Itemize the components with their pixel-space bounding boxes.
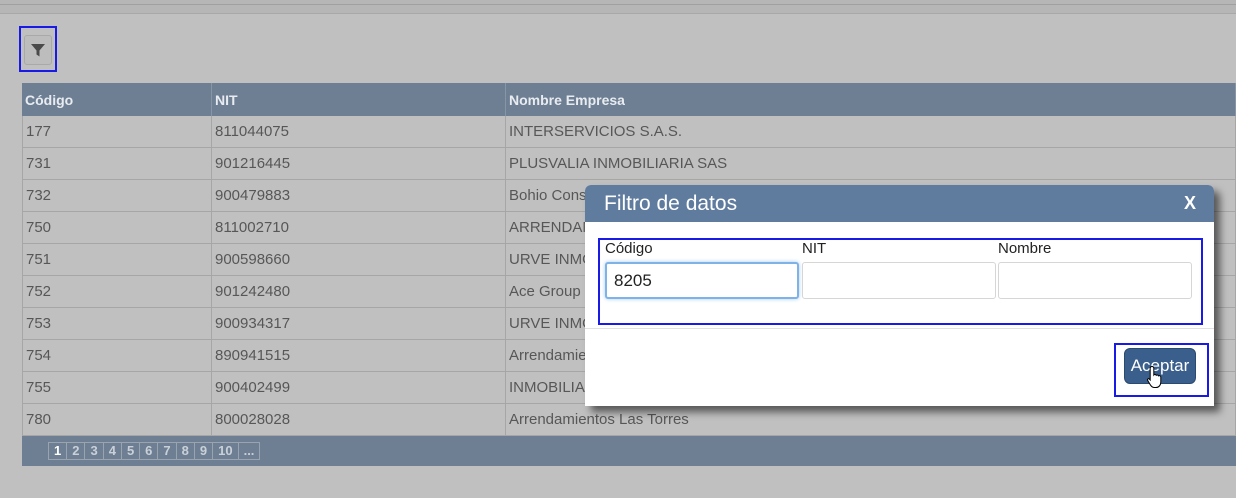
table-row[interactable]: 731 901216445 PLUSVALIA INMOBILIARIA SAS xyxy=(22,148,1236,180)
dialog-title: Filtro de datos xyxy=(604,191,738,215)
page-link[interactable]: 10 xyxy=(213,443,239,459)
cell-codigo: 177 xyxy=(22,116,212,147)
cell-codigo: 731 xyxy=(22,148,212,179)
page-link[interactable]: 6 xyxy=(140,443,159,459)
cell-codigo: 732 xyxy=(22,180,212,211)
cell-codigo: 750 xyxy=(22,212,212,243)
cell-nit: 811044075 xyxy=(212,116,506,147)
cell-nit: 890941515 xyxy=(212,340,506,371)
column-header-nombre-empresa[interactable]: Nombre Empresa xyxy=(506,83,1236,116)
column-header-nit[interactable]: NIT xyxy=(212,83,506,116)
close-button[interactable]: X xyxy=(1184,193,1196,214)
cell-codigo: 751 xyxy=(22,244,212,275)
cell-nombre-empresa: INTERSERVICIOS S.A.S. xyxy=(506,116,1236,147)
page-link[interactable]: 7 xyxy=(158,443,177,459)
cell-nit: 901242480 xyxy=(212,276,506,307)
dialog-title-bar: Filtro de datos X xyxy=(585,185,1214,222)
page-link[interactable]: ... xyxy=(239,443,260,459)
cell-nombre-empresa: PLUSVALIA INMOBILIARIA SAS xyxy=(506,148,1236,179)
cell-codigo: 753 xyxy=(22,308,212,339)
cell-nombre-empresa: Arrendamientos Las Torres xyxy=(506,404,1236,435)
cell-nit: 800028028 xyxy=(212,404,506,435)
page-link[interactable]: 3 xyxy=(85,443,104,459)
pager: 1 2 3 4 5 6 7 8 9 10... xyxy=(22,436,1236,466)
fields-highlight xyxy=(598,238,1203,325)
table-row[interactable]: 780 800028028 Arrendamientos Las Torres xyxy=(22,404,1236,436)
page-link[interactable]: 2 xyxy=(67,443,86,459)
page-link[interactable]: 8 xyxy=(177,443,195,459)
cell-nit: 811002710 xyxy=(212,212,506,243)
page-link[interactable]: 5 xyxy=(122,443,141,459)
table-row[interactable]: 177 811044075 INTERSERVICIOS S.A.S. xyxy=(22,116,1236,148)
cell-codigo: 752 xyxy=(22,276,212,307)
cell-nit: 900598660 xyxy=(212,244,506,275)
filter-button-highlight xyxy=(19,26,57,72)
cell-codigo: 780 xyxy=(22,404,212,435)
page-link[interactable]: 4 xyxy=(104,443,122,459)
page-link[interactable]: 9 xyxy=(195,443,214,459)
table-header: Código NIT Nombre Empresa xyxy=(22,83,1236,116)
top-bar xyxy=(0,0,1236,14)
cell-nit: 901216445 xyxy=(212,148,506,179)
cell-nit: 900402499 xyxy=(212,372,506,403)
column-header-codigo[interactable]: Código xyxy=(22,83,212,116)
page-link[interactable]: 1 xyxy=(49,443,68,459)
hand-cursor-icon xyxy=(1146,365,1162,388)
dialog-divider xyxy=(585,328,1214,329)
cell-codigo: 755 xyxy=(22,372,212,403)
cell-nit: 900479883 xyxy=(212,180,506,211)
cell-nit: 900934317 xyxy=(212,308,506,339)
cell-codigo: 754 xyxy=(22,340,212,371)
